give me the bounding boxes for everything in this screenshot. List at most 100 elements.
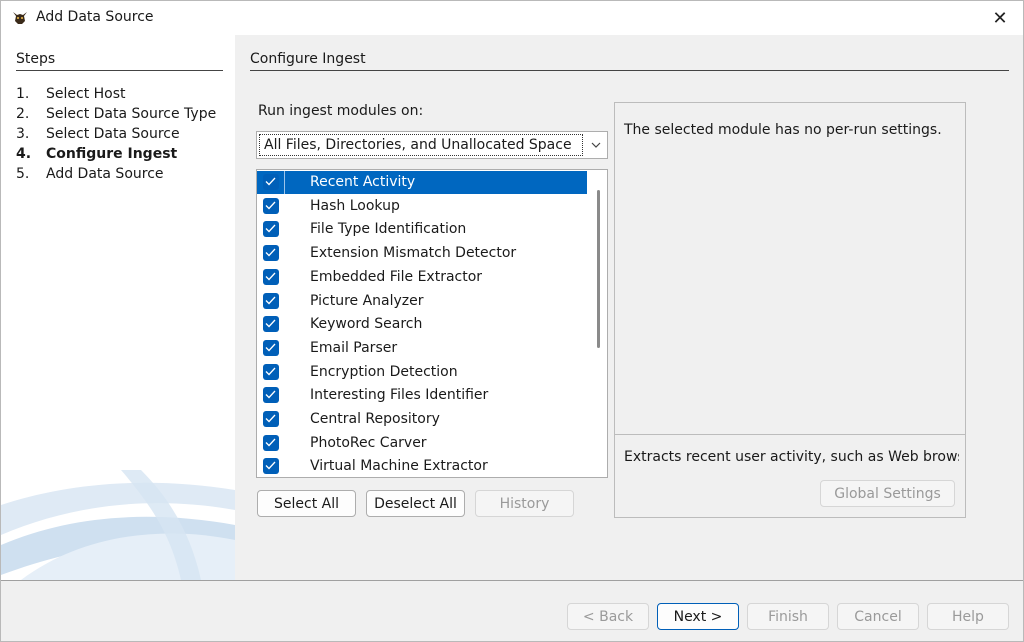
module-spacer — [284, 242, 307, 265]
module-spacer — [284, 290, 307, 313]
module-checkbox[interactable] — [263, 411, 279, 427]
ingest-modules-list[interactable]: Recent Activity Hash Lookup File Type Iden… — [256, 169, 608, 478]
module-checkbox[interactable] — [263, 434, 279, 451]
module-label-cell: Virtual Machine Extractor — [307, 455, 587, 477]
module-spacer — [284, 384, 307, 407]
module-spacer — [284, 313, 307, 336]
module-description: Extracts recent user activity, such as W… — [624, 449, 959, 465]
close-icon: ✕ — [992, 7, 1008, 29]
module-checkbox-cell — [257, 266, 284, 289]
global-settings-button[interactable]: Global Settings — [820, 480, 955, 507]
module-checkbox[interactable] — [263, 316, 279, 333]
module-spacer — [284, 218, 307, 241]
next-button[interactable]: Next > — [657, 603, 739, 630]
step-select-data-source: 3. Select Data Source — [16, 126, 180, 142]
step-label: Select Data Source Type — [46, 106, 217, 122]
checkmark-icon — [265, 224, 276, 233]
module-checkbox[interactable] — [263, 245, 279, 262]
module-checkbox[interactable] — [263, 197, 279, 214]
module-row[interactable]: File Type Identification — [257, 218, 587, 241]
module-checkbox-cell — [257, 242, 284, 265]
module-row[interactable]: Email Parser — [257, 337, 587, 360]
decorative-swoosh — [1, 470, 235, 580]
module-checkbox-cell — [257, 384, 284, 407]
module-label: File Type Identification — [310, 221, 467, 238]
module-label-cell: Interesting Files Identifier — [307, 384, 587, 407]
autopsy-dog-icon — [11, 9, 29, 27]
close-button[interactable]: ✕ — [977, 1, 1023, 35]
module-checkbox[interactable] — [263, 292, 279, 309]
module-label: Extension Mismatch Detector — [310, 245, 517, 262]
module-row[interactable]: Keyword Search — [257, 313, 587, 336]
module-label-cell: Hash Lookup — [307, 195, 587, 218]
module-checkbox[interactable] — [263, 458, 279, 475]
module-checkbox-cell — [257, 361, 284, 384]
checkmark-icon — [265, 201, 276, 210]
step-label: Add Data Source — [46, 166, 164, 182]
module-row[interactable]: Embedded File Extractor — [257, 266, 587, 289]
module-label-cell: Embedded File Extractor — [307, 266, 587, 289]
module-spacer — [284, 455, 307, 477]
back-button[interactable]: < Back — [567, 603, 649, 630]
checkmark-icon — [265, 343, 276, 352]
module-checkbox[interactable] — [263, 221, 279, 238]
module-checkbox[interactable] — [263, 387, 279, 404]
module-checkbox[interactable] — [263, 174, 279, 190]
module-checkbox[interactable] — [263, 363, 279, 380]
module-label-cell: Picture Analyzer — [307, 290, 587, 313]
module-spacer — [284, 408, 307, 431]
chevron-down-icon — [589, 138, 603, 152]
footer-divider — [1, 580, 1023, 581]
module-row[interactable]: Virtual Machine Extractor — [257, 455, 587, 477]
module-label-cell: Recent Activity — [307, 171, 587, 194]
modules-scrollbar[interactable] — [597, 190, 600, 348]
select-all-button[interactable]: Select All — [257, 490, 356, 517]
module-row[interactable]: Extension Mismatch Detector — [257, 242, 587, 265]
module-checkbox-cell — [257, 171, 284, 194]
module-label: Hash Lookup — [310, 197, 400, 214]
checkmark-icon — [265, 461, 276, 470]
add-data-source-dialog: Add Data Source ✕ Steps 1. Select Host 2.… — [0, 0, 1024, 642]
checkmark-icon — [265, 367, 276, 376]
step-select-host: 1. Select Host — [16, 86, 126, 102]
module-checkbox-cell — [257, 408, 284, 431]
module-row[interactable]: Recent Activity — [257, 171, 587, 194]
title-divider — [250, 70, 1009, 71]
module-checkbox[interactable] — [263, 339, 279, 356]
module-checkbox-cell — [257, 218, 284, 241]
steps-title: Steps — [16, 51, 56, 67]
title-bar: Add Data Source ✕ — [1, 1, 1023, 35]
module-spacer — [284, 432, 307, 455]
checkmark-icon — [265, 177, 276, 186]
module-row[interactable]: Central Repository — [257, 408, 587, 431]
history-button[interactable]: History — [475, 490, 574, 517]
module-checkbox[interactable] — [263, 268, 279, 285]
run-modules-label: Run ingest modules on: — [258, 103, 424, 119]
module-label: Interesting Files Identifier — [310, 387, 489, 404]
steps-panel: Steps 1. Select Host 2. Select Data Source… — [1, 35, 235, 580]
module-row[interactable]: Encryption Detection — [257, 361, 587, 384]
step-label: Configure Ingest — [46, 146, 178, 162]
step-configure-ingest: 4. Configure Ingest — [16, 146, 177, 162]
help-button[interactable]: Help — [927, 603, 1009, 630]
module-row[interactable]: PhotoRec Carver — [257, 432, 587, 455]
cancel-button[interactable]: Cancel — [837, 603, 919, 630]
module-label: PhotoRec Carver — [310, 434, 427, 451]
step-label: Select Data Source — [46, 126, 180, 142]
step-select-data-source-type: 2. Select Data Source Type — [16, 106, 216, 122]
step-number: 4. — [16, 146, 32, 162]
module-row[interactable]: Interesting Files Identifier — [257, 384, 587, 407]
module-row[interactable]: Hash Lookup — [257, 195, 587, 218]
per-run-settings-text: The selected module has no per-run setti… — [624, 122, 942, 138]
checkmark-icon — [265, 390, 276, 399]
finish-button[interactable]: Finish — [747, 603, 829, 630]
deselect-all-button[interactable]: Deselect All — [366, 490, 465, 517]
module-row[interactable]: Picture Analyzer — [257, 290, 587, 313]
window-title: Add Data Source — [36, 9, 154, 25]
module-checkbox-cell — [257, 313, 284, 336]
run-modules-select[interactable]: All Files, Directories, and Unallocated … — [256, 131, 608, 159]
module-label: Keyword Search — [310, 316, 423, 333]
module-checkbox-cell — [257, 195, 284, 218]
module-label: Recent Activity — [310, 174, 416, 190]
module-spacer — [284, 361, 307, 384]
